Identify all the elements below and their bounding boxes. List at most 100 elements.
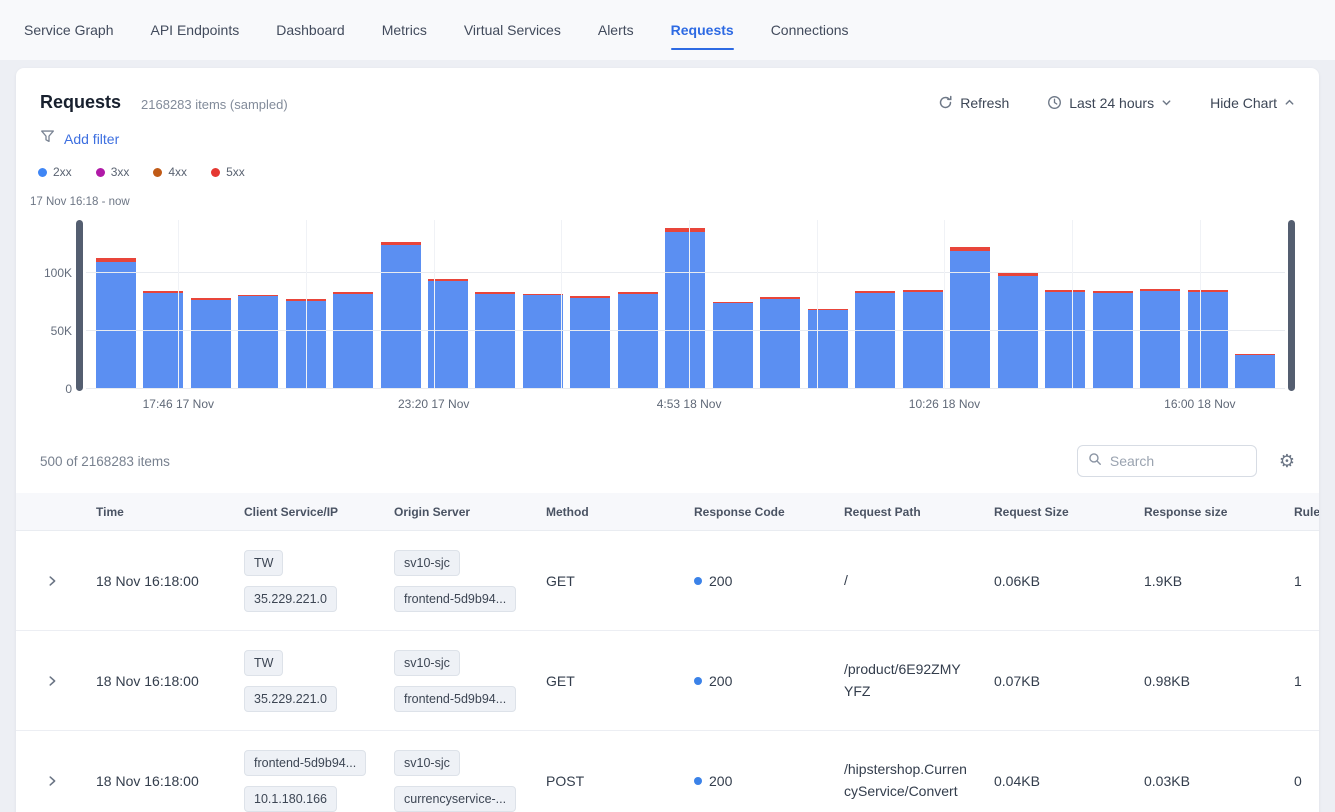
chart-bar[interactable] [1235, 354, 1275, 389]
tag[interactable]: frontend-5d9b94... [394, 686, 516, 712]
chart-bar[interactable] [1045, 290, 1085, 389]
chart-bar[interactable] [238, 295, 278, 389]
response-code-value: 200 [709, 773, 732, 789]
search-input[interactable] [1110, 453, 1246, 469]
chart-bar[interactable] [143, 291, 183, 389]
cell-time: 18 Nov 16:18:00 [80, 573, 228, 589]
chart-time-window: 17 Nov 16:18 - now [16, 196, 1319, 208]
cell-client-service-ip: frontend-5d9b94... 10.1.180.166 [228, 750, 378, 812]
nav-tab-requests[interactable]: Requests [671, 22, 734, 38]
table-toolbar: 500 of 2168283 items ⚙ [16, 445, 1319, 477]
legend-item-5xx[interactable]: 5xx [211, 165, 245, 179]
chart-bar[interactable] [998, 273, 1038, 389]
nav-tab-alerts[interactable]: Alerts [598, 22, 634, 38]
nav-tab-dashboard[interactable]: Dashboard [276, 22, 345, 38]
chart-bar[interactable] [618, 292, 658, 389]
x-tick-label: 16:00 18 Nov [1164, 397, 1235, 411]
tag[interactable]: TW [244, 550, 283, 576]
filter-icon [40, 129, 55, 149]
time-range-dropdown[interactable]: Last 24 hours [1047, 95, 1172, 111]
chart-bar[interactable] [760, 297, 800, 389]
row-expander-chevron-icon[interactable] [16, 774, 80, 788]
chart-bar[interactable] [475, 292, 515, 389]
refresh-button[interactable]: Refresh [938, 95, 1009, 111]
chart-bar[interactable] [523, 294, 563, 389]
cell-response-size: 0.03KB [1128, 773, 1278, 789]
chart-bar[interactable] [1140, 289, 1180, 389]
gear-icon[interactable]: ⚙ [1279, 452, 1295, 470]
chart-bar[interactable] [713, 302, 753, 389]
legend-dot [96, 168, 105, 177]
gridline-vertical [1200, 220, 1201, 389]
legend-item-4xx[interactable]: 4xx [153, 165, 187, 179]
table-row[interactable]: 18 Nov 16:18:00 TW35.229.221.0 sv10-sjcf… [16, 631, 1319, 731]
column-header-time[interactable]: Time [80, 505, 228, 519]
chart-bar[interactable] [1093, 291, 1133, 389]
hide-chart-toggle[interactable]: Hide Chart [1210, 95, 1295, 111]
tag[interactable]: frontend-5d9b94... [244, 750, 366, 776]
chart-brush-handle-right[interactable] [1288, 220, 1295, 391]
column-header-rules-hit[interactable]: Rules Hit [1278, 505, 1319, 519]
chart-bar[interactable] [1188, 290, 1228, 389]
chart-bar[interactable] [191, 298, 231, 389]
legend-label: 5xx [226, 165, 245, 179]
tag[interactable]: 35.229.221.0 [244, 686, 337, 712]
chart-bar[interactable] [808, 309, 848, 389]
column-header-request-size[interactable]: Request Size [978, 505, 1128, 519]
bar-segment-2xx [570, 298, 610, 389]
nav-tab-service-graph[interactable]: Service Graph [24, 22, 113, 38]
chevron-down-icon [1161, 97, 1172, 108]
tag[interactable]: sv10-sjc [394, 750, 460, 776]
legend: 2xx 3xx 4xx 5xx [16, 165, 1319, 179]
column-header-request-path[interactable]: Request Path [828, 505, 978, 519]
chart-bar[interactable] [855, 291, 895, 389]
status-dot [694, 577, 702, 585]
gridline-vertical [1072, 220, 1073, 389]
tag[interactable]: sv10-sjc [394, 650, 460, 676]
chart-bar[interactable] [903, 290, 943, 389]
chart-bar[interactable] [333, 292, 373, 389]
column-header-response-size[interactable]: Response size [1128, 505, 1278, 519]
table-row[interactable]: 18 Nov 16:18:00 frontend-5d9b94...10.1.1… [16, 731, 1319, 812]
table-header-row: TimeClient Service/IPOrigin ServerMethod… [16, 493, 1319, 531]
column-header-client-service-ip[interactable]: Client Service/IP [228, 505, 378, 519]
x-tick-label: 10:26 18 Nov [909, 397, 980, 411]
x-tick-label: 17:46 17 Nov [143, 397, 214, 411]
add-filter-button[interactable]: Add filter [64, 131, 119, 147]
nav-tab-metrics[interactable]: Metrics [382, 22, 427, 38]
tag[interactable]: 10.1.180.166 [244, 786, 337, 812]
legend-item-3xx[interactable]: 3xx [96, 165, 130, 179]
chart-bar[interactable] [665, 228, 705, 389]
row-expander-chevron-icon[interactable] [16, 674, 80, 688]
gridline-horizontal [86, 388, 1285, 389]
tag[interactable]: 35.229.221.0 [244, 586, 337, 612]
chart-bar[interactable] [96, 258, 136, 389]
chart-bar[interactable] [570, 296, 610, 389]
gridline-vertical [178, 220, 179, 389]
nav-tab-virtual-services[interactable]: Virtual Services [464, 22, 561, 38]
column-header-method[interactable]: Method [530, 505, 678, 519]
bar-segment-2xx [1188, 292, 1228, 389]
bar-segment-2xx [475, 294, 515, 389]
bar-segment-2xx [665, 232, 705, 389]
page-title: Requests [40, 92, 121, 113]
legend-item-2xx[interactable]: 2xx [38, 165, 72, 179]
tag[interactable]: currencyservice-... [394, 786, 516, 812]
chart-bar[interactable] [381, 242, 421, 389]
nav-tab-api-endpoints[interactable]: API Endpoints [150, 22, 239, 38]
bar-segment-2xx [760, 299, 800, 389]
tag[interactable]: sv10-sjc [394, 550, 460, 576]
column-header-response-code[interactable]: Response Code [678, 505, 828, 519]
chart-brush-handle-left[interactable] [76, 220, 83, 391]
column-header-origin-server[interactable]: Origin Server [378, 505, 530, 519]
table-row[interactable]: 18 Nov 16:18:00 TW 35.229.221.0 sv10-sjc f… [16, 531, 1319, 631]
x-tick-label: 23:20 17 Nov [398, 397, 469, 411]
top-nav: Service Graph API Endpoints Dashboard Metri… [0, 0, 1335, 60]
tag[interactable]: frontend-5d9b94... [394, 586, 516, 612]
nav-tab-connections[interactable]: Connections [771, 22, 849, 38]
tag[interactable]: TW [244, 650, 283, 676]
chart-bar[interactable] [950, 247, 990, 389]
row-expander-chevron-icon[interactable] [16, 574, 80, 588]
clock-icon [1047, 95, 1062, 110]
cell-origin-server: sv10-sjc frontend-5d9b94... [378, 550, 530, 612]
